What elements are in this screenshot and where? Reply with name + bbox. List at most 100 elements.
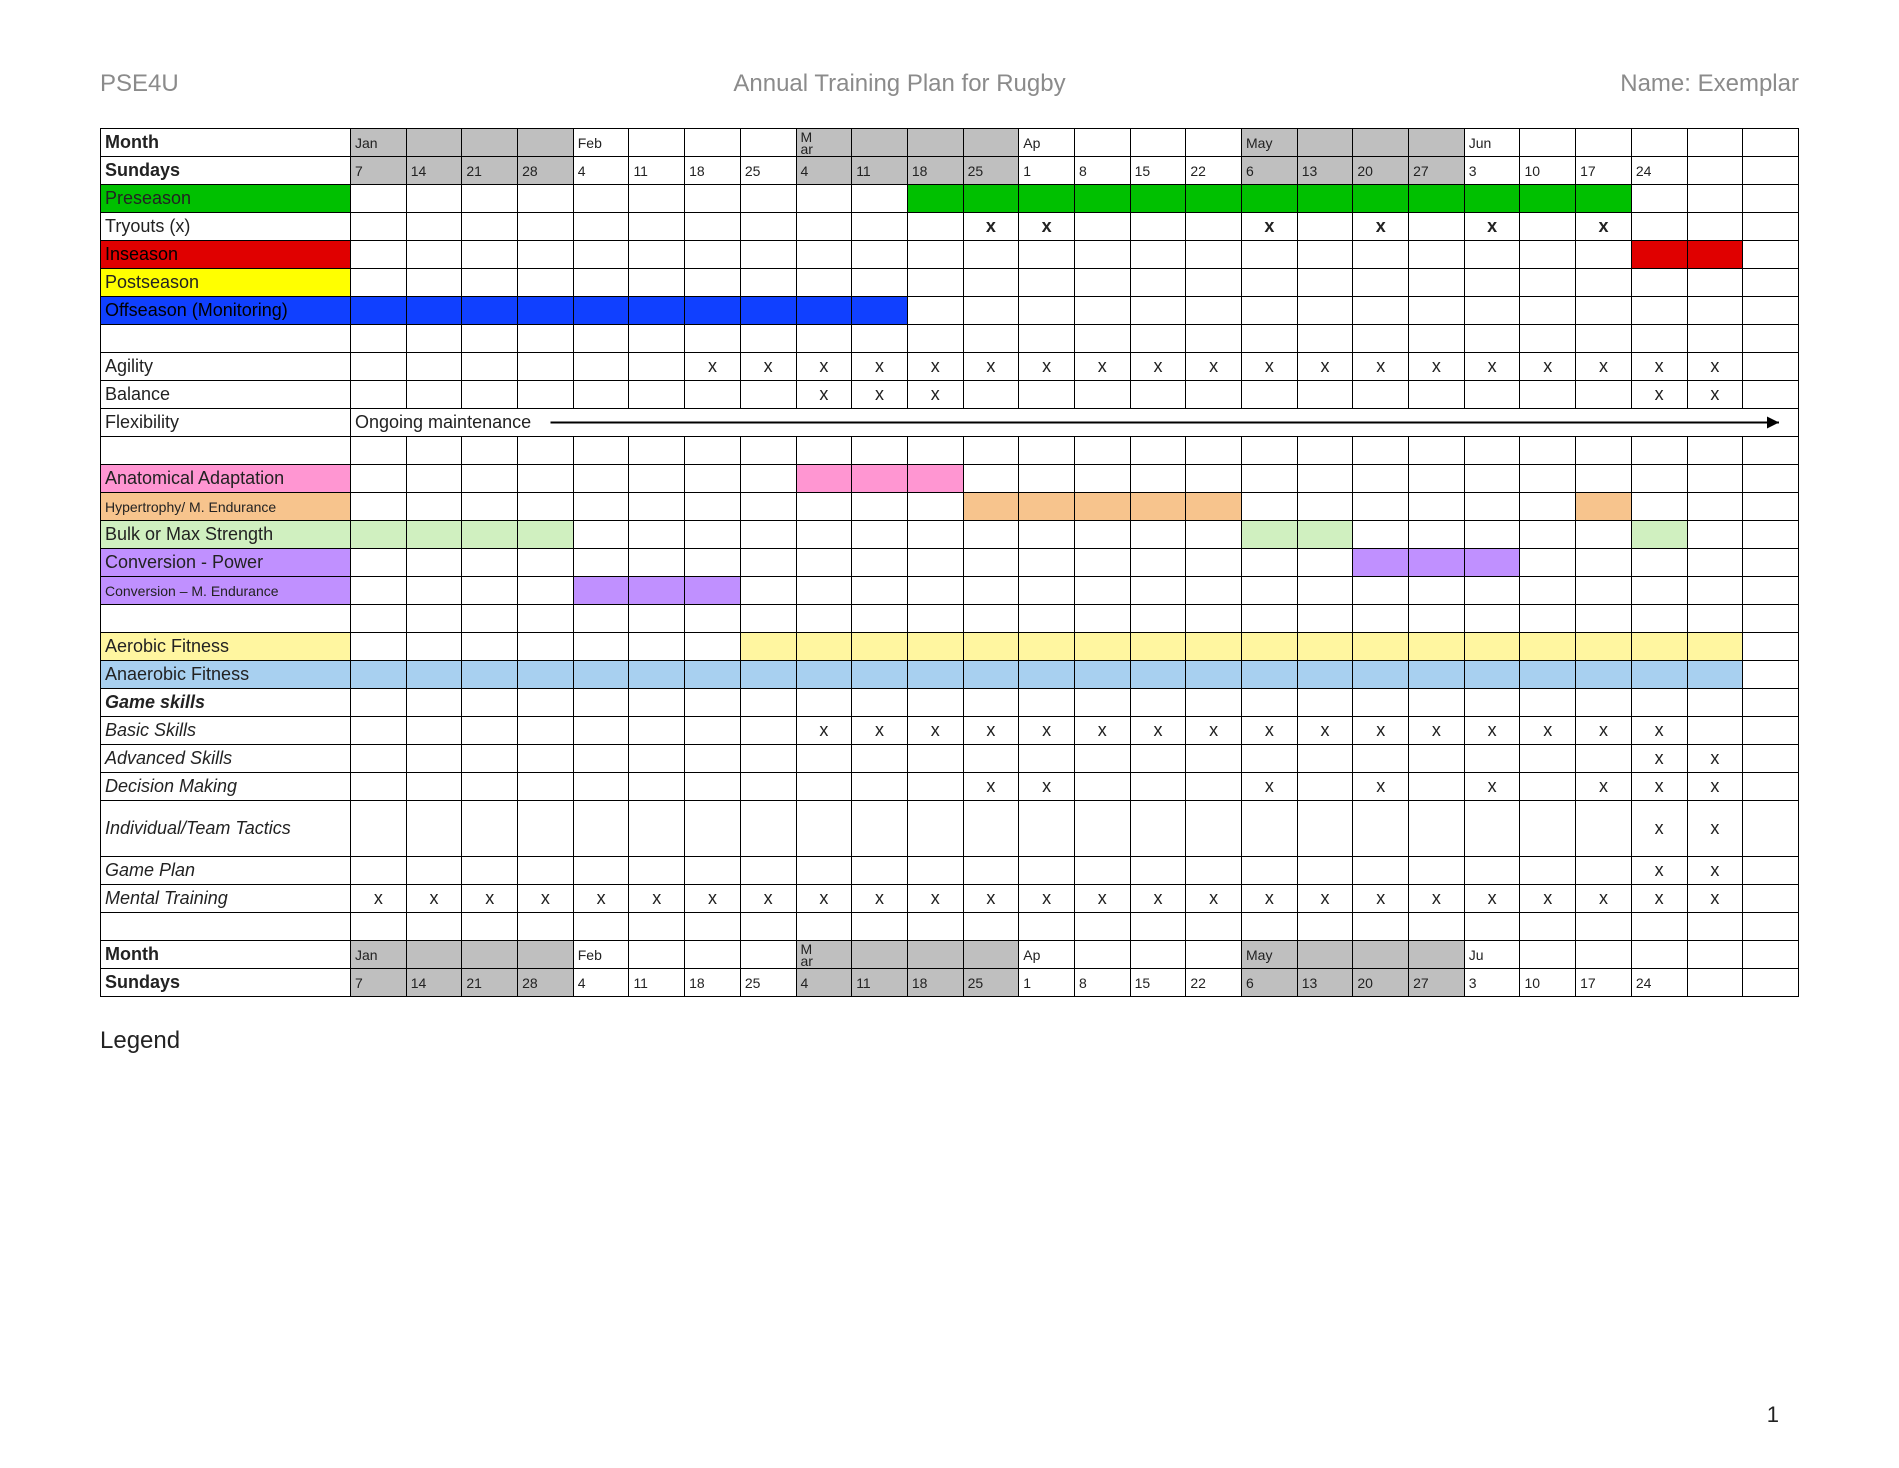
cell <box>1019 633 1075 661</box>
cell <box>573 521 629 549</box>
cell <box>1576 241 1632 269</box>
cell <box>685 465 741 493</box>
cell <box>1130 605 1186 633</box>
header-cell: Jun <box>1464 129 1520 157</box>
cell <box>1687 521 1743 549</box>
cell <box>796 745 852 773</box>
cell <box>573 605 629 633</box>
cell <box>852 297 908 325</box>
cell <box>1464 745 1520 773</box>
cell <box>1687 269 1743 297</box>
header-cell: May <box>1242 941 1298 969</box>
cell <box>629 773 685 801</box>
cell <box>462 381 518 409</box>
cell <box>1074 913 1130 941</box>
x-mark: x <box>1353 213 1409 241</box>
header-cell: Ju <box>1464 941 1520 969</box>
x-mark: x <box>1631 745 1687 773</box>
cell <box>796 633 852 661</box>
cell <box>1520 913 1576 941</box>
cell <box>1186 297 1242 325</box>
cell <box>351 745 407 773</box>
x-mark: x <box>1353 773 1409 801</box>
cell <box>1130 773 1186 801</box>
cell <box>1576 605 1632 633</box>
x-mark: x <box>1631 773 1687 801</box>
cell <box>573 325 629 353</box>
cell <box>1130 661 1186 689</box>
cell <box>573 297 629 325</box>
cell <box>1464 857 1520 885</box>
cell <box>907 465 963 493</box>
cell <box>907 521 963 549</box>
cell <box>518 717 574 745</box>
cell <box>1353 381 1409 409</box>
header-cell <box>1074 941 1130 969</box>
header-cell: 13 <box>1297 969 1353 997</box>
cell <box>852 185 908 213</box>
x-mark: x <box>1353 353 1409 381</box>
header-cell: 25 <box>740 157 796 185</box>
header-cell <box>1130 129 1186 157</box>
cell <box>1576 857 1632 885</box>
cell <box>1242 381 1298 409</box>
cell <box>462 689 518 717</box>
x-mark: x <box>963 353 1019 381</box>
cell <box>685 437 741 465</box>
cell <box>629 661 685 689</box>
cell <box>740 465 796 493</box>
cell <box>1743 437 1799 465</box>
cell <box>852 745 908 773</box>
cell <box>573 913 629 941</box>
cell <box>1409 437 1465 465</box>
cell <box>1353 605 1409 633</box>
x-mark: x <box>1576 885 1632 913</box>
x-mark: x <box>685 885 741 913</box>
cell <box>907 325 963 353</box>
row-label: Bulk or Max Strength <box>101 521 351 549</box>
cell <box>1186 745 1242 773</box>
cell <box>740 269 796 297</box>
header-cell: Jan <box>351 129 407 157</box>
cell <box>573 465 629 493</box>
cell <box>963 381 1019 409</box>
x-mark: x <box>963 885 1019 913</box>
x-mark: x <box>1297 353 1353 381</box>
cell <box>462 801 518 857</box>
cell <box>907 689 963 717</box>
cell <box>573 269 629 297</box>
cell <box>518 633 574 661</box>
x-mark: x <box>1242 773 1298 801</box>
x-mark: x <box>852 885 908 913</box>
cell <box>1743 885 1799 913</box>
row-label: Postseason <box>101 269 351 297</box>
cell <box>1130 521 1186 549</box>
row-label: Decision Making <box>101 773 351 801</box>
cell <box>963 521 1019 549</box>
x-mark: x <box>907 353 963 381</box>
cell <box>1353 185 1409 213</box>
cell <box>796 801 852 857</box>
header-cell: 8 <box>1074 157 1130 185</box>
cell <box>351 689 407 717</box>
cell <box>852 269 908 297</box>
cell <box>406 353 462 381</box>
cell <box>1743 661 1799 689</box>
header-cell <box>1687 969 1743 997</box>
cell <box>1631 605 1687 633</box>
cell <box>852 465 908 493</box>
header-cell <box>685 941 741 969</box>
cell <box>351 353 407 381</box>
cell <box>462 325 518 353</box>
cell <box>907 241 963 269</box>
cell <box>1242 661 1298 689</box>
cell <box>1409 325 1465 353</box>
cell <box>351 577 407 605</box>
cell <box>796 605 852 633</box>
header-cell <box>518 941 574 969</box>
header-cell: 25 <box>740 969 796 997</box>
cell <box>1130 549 1186 577</box>
header-cell <box>907 129 963 157</box>
training-plan-table: MonthJanFebMarApMayJunSundays71421284111… <box>100 128 1799 997</box>
row-label <box>101 325 351 353</box>
